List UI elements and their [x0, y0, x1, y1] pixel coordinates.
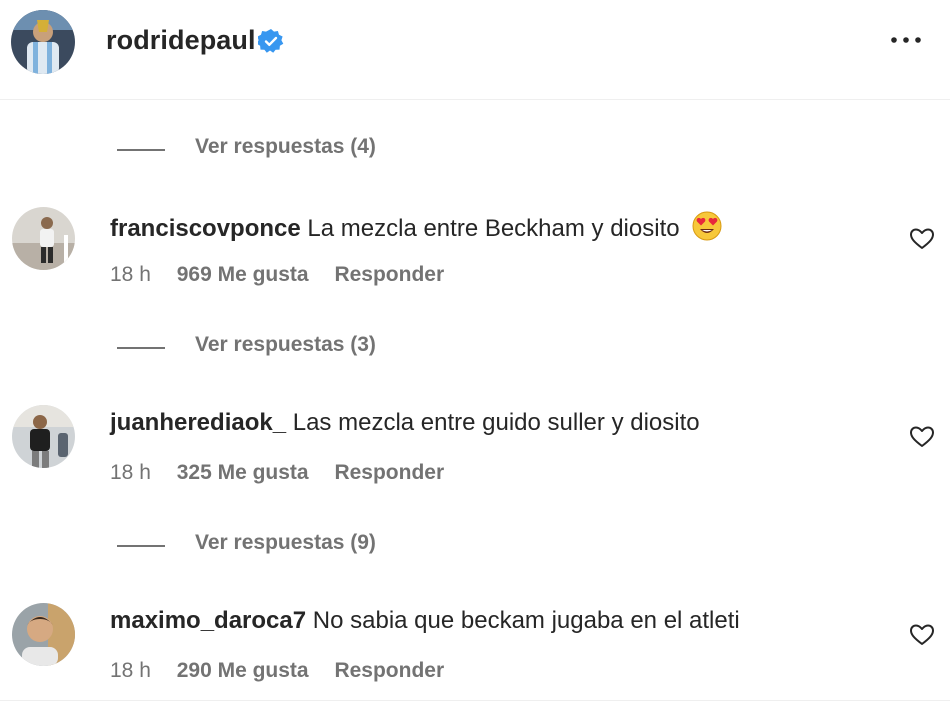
comment-meta: 18 h 969 Me gusta Responder [110, 263, 464, 287]
avatar[interactable] [12, 207, 75, 270]
view-replies-button[interactable]: Ver respuestas (9) [195, 531, 376, 555]
comment-meta: 18 h 290 Me gusta Responder [110, 659, 464, 683]
reply-button[interactable]: Responder [334, 263, 444, 287]
post-header: rodridepaul [0, 0, 950, 100]
comment-body: juanherediaok_ Las mezcla entre guido su… [110, 409, 700, 437]
verified-badge-icon [256, 28, 284, 54]
comment-item: maximo_daroca7 No sabia que beckam jugab… [0, 603, 950, 703]
author-username[interactable]: rodridepaul [106, 25, 256, 56]
comment-likes-count[interactable]: 325 Me gusta [177, 461, 309, 485]
like-heart-icon[interactable] [909, 623, 935, 647]
avatar[interactable] [12, 405, 75, 468]
comment-likes-count[interactable]: 969 Me gusta [177, 263, 309, 287]
comment-text: La mezcla entre Beckham y diosito [307, 215, 680, 242]
replies-divider [117, 347, 165, 349]
comment-username[interactable]: franciscovponce [110, 215, 301, 242]
heart-eyes-emoji-icon [692, 211, 722, 248]
avatar[interactable] [12, 603, 75, 666]
comment-text: Las mezcla entre guido suller y diosito [292, 409, 700, 436]
view-replies-button[interactable]: Ver respuestas (3) [195, 333, 376, 357]
reply-button[interactable]: Responder [334, 461, 444, 485]
comment-timestamp[interactable]: 18 h [110, 659, 151, 683]
reply-button[interactable]: Responder [334, 659, 444, 683]
replies-divider [117, 149, 165, 151]
comment-timestamp[interactable]: 18 h [110, 263, 151, 287]
like-heart-icon[interactable] [909, 227, 935, 251]
comment-username[interactable]: juanherediaok_ [110, 409, 286, 436]
comment-text: No sabia que beckam jugaba en el atleti [312, 607, 740, 634]
more-options-icon[interactable] [888, 30, 924, 50]
view-replies-button[interactable]: Ver respuestas (4) [195, 135, 376, 159]
comment-item: franciscovponce La mezcla entre Beckham … [0, 207, 950, 307]
comment-likes-count[interactable]: 290 Me gusta [177, 659, 309, 683]
comment-body: maximo_daroca7 No sabia que beckam jugab… [110, 607, 740, 635]
comment-username[interactable]: maximo_daroca7 [110, 607, 306, 634]
author-avatar[interactable] [11, 10, 75, 74]
comment-timestamp[interactable]: 18 h [110, 461, 151, 485]
comment-item: juanherediaok_ Las mezcla entre guido su… [0, 405, 950, 505]
replies-divider [117, 545, 165, 547]
comment-body: franciscovponce La mezcla entre Beckham … [110, 211, 722, 248]
comment-meta: 18 h 325 Me gusta Responder [110, 461, 464, 485]
bottom-divider [0, 700, 950, 701]
like-heart-icon[interactable] [909, 425, 935, 449]
